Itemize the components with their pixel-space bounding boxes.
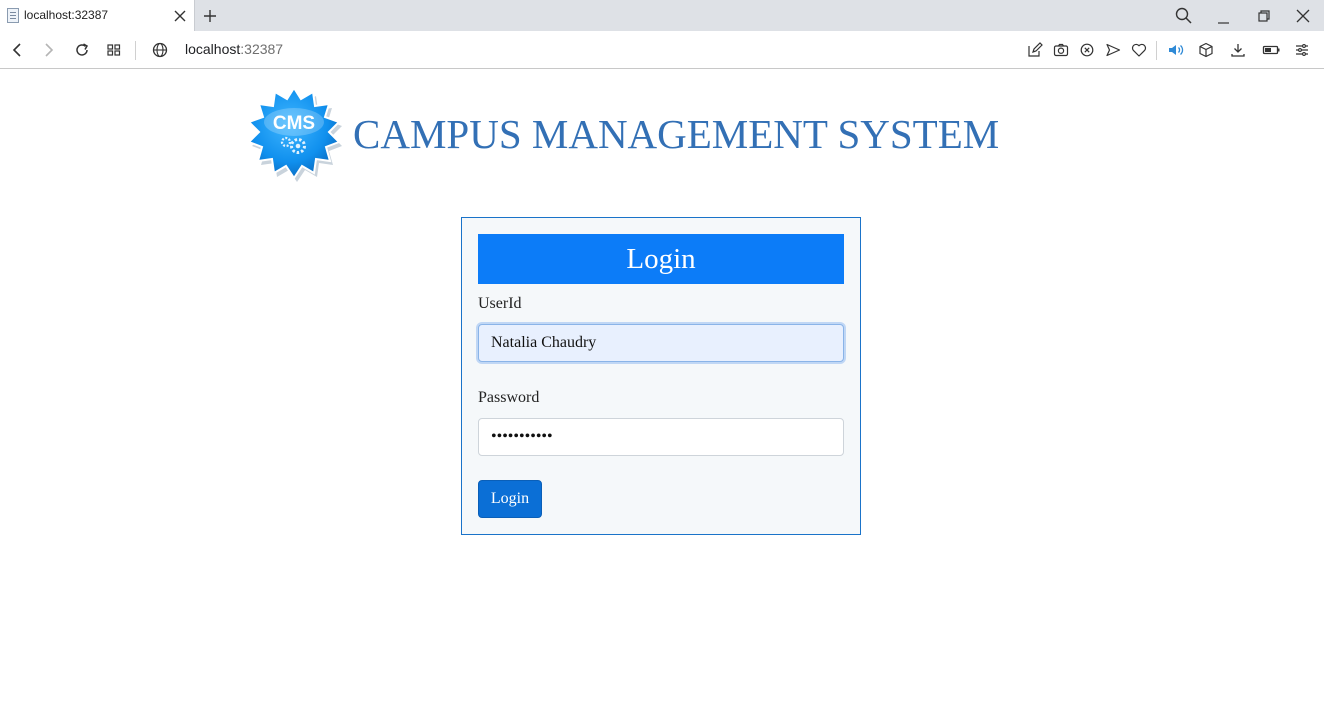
tab-title: localhost:32387: [24, 8, 109, 22]
speaker-icon[interactable]: [1166, 40, 1186, 60]
close-window-icon[interactable]: [1291, 4, 1315, 28]
address-host: localhost: [185, 41, 241, 57]
password-label: Password: [478, 389, 540, 406]
back-icon[interactable]: [7, 40, 27, 60]
site-title: CAMPUS MANAGEMENT SYSTEM: [353, 111, 1000, 157]
address-port: :32387: [240, 41, 284, 57]
restore-icon[interactable]: [1252, 4, 1276, 28]
login-heading: Login: [478, 234, 844, 284]
send-icon[interactable]: [1103, 40, 1123, 60]
toolbar-divider: [135, 41, 136, 60]
heart-icon[interactable]: [1129, 40, 1149, 60]
password-input[interactable]: •••••••••••: [478, 418, 844, 456]
tab-close-icon[interactable]: [170, 6, 190, 26]
logo-text: CMS: [273, 113, 315, 134]
minimize-icon[interactable]: [1212, 4, 1236, 28]
edit-icon[interactable]: [1025, 40, 1045, 60]
battery-icon[interactable]: [1261, 40, 1281, 60]
block-icon[interactable]: [1077, 40, 1097, 60]
box-icon[interactable]: [1196, 40, 1216, 60]
userid-label: UserId: [478, 295, 522, 312]
login-button[interactable]: Login: [478, 480, 542, 518]
settings-sliders-icon[interactable]: [1292, 40, 1312, 60]
login-form: Login UserId Natalia Chaudry Password ••…: [461, 217, 861, 535]
forward-icon[interactable]: [39, 40, 59, 60]
camera-icon[interactable]: [1051, 40, 1071, 60]
page-favicon-icon: [7, 8, 19, 23]
new-tab-icon[interactable]: [199, 5, 221, 27]
reload-icon[interactable]: [72, 40, 92, 60]
cms-logo: CMS: [246, 86, 344, 184]
userid-input[interactable]: Natalia Chaudry: [478, 324, 844, 362]
download-icon[interactable]: [1228, 40, 1248, 60]
speed-dial-grid-icon[interactable]: [104, 40, 124, 60]
address-bar[interactable]: localhost:32387: [185, 41, 283, 57]
browser-toolbar: localhost:32387: [0, 31, 1324, 69]
toolbar-divider: [1156, 41, 1157, 60]
search-tabs-icon[interactable]: [1172, 4, 1196, 28]
globe-icon[interactable]: [150, 40, 170, 60]
browser-tab[interactable]: localhost:32387: [0, 0, 195, 31]
tab-bar: localhost:32387: [0, 0, 1324, 31]
